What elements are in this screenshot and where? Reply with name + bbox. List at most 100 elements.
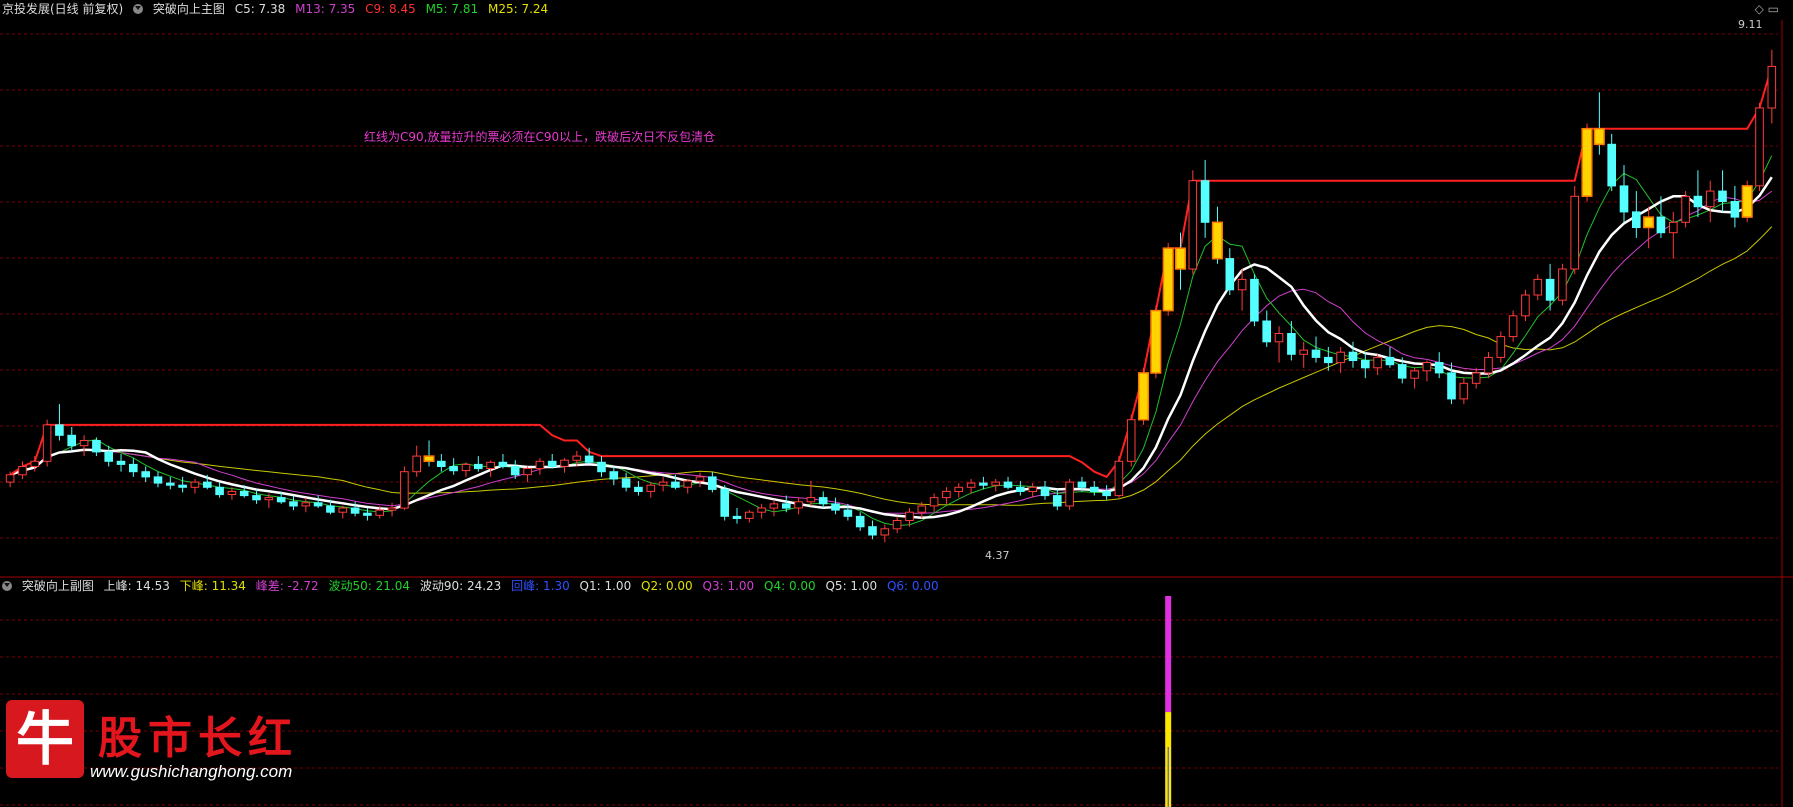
candle-body [942,490,951,499]
candle-body [1570,195,1580,270]
candle-body [1656,216,1666,234]
q2: Q2: 0.00 [641,579,693,593]
candle-body [1705,190,1715,208]
site-logo: 牛 股市长红 www.gushichanghong.com [6,700,306,790]
candle-body [1003,481,1013,488]
candle-body [190,481,200,488]
indicator-name[interactable]: 突破向上主图 [153,2,225,16]
q1: Q1: 1.00 [579,579,632,593]
candle-body [1767,65,1777,109]
wave90: 波动90: 24.23 [419,579,502,593]
candle-body [5,474,15,483]
candle-body [1447,372,1456,400]
candle-body [1471,372,1481,384]
logo-url: www.gushichanghong.com [90,762,293,781]
candle-body [1422,362,1432,372]
candle-body [831,503,840,511]
candle-body [313,502,323,507]
candle-body [843,509,853,517]
candle-body [954,486,964,492]
candle-body [30,460,40,467]
candle-body [1348,351,1358,362]
candle-body [634,486,643,492]
candle-body [523,468,532,476]
candle-body [1496,336,1506,358]
candle-body [338,507,348,513]
candle-body [560,459,569,467]
m5-value: M5: 7.81 [425,2,479,16]
candle-body [708,476,717,490]
candle-body [1077,481,1087,488]
candle-body [1718,190,1727,203]
lower-peak: 下峰: 11.34 [179,579,246,593]
q3: Q3: 1.00 [702,579,755,593]
candle-body [1028,486,1038,492]
candle-body [1361,360,1370,369]
candle-body [658,481,668,486]
candle-body [375,509,384,516]
candle-body [449,466,458,472]
candle-body [129,463,138,473]
annotation-text: 红线为C90,放量拉升的票必须在C90以上，跌破后次日不反包清仓 [364,130,716,144]
candle-body [1459,382,1469,400]
signal-bar [423,455,435,463]
candle-body [732,515,742,520]
candle-body [178,484,187,488]
back-peak: 回峰: 1.30 [511,579,570,593]
logo-badge: 牛 [6,700,84,778]
m5-line [10,155,1773,527]
m13-value: M13: 7.35 [295,2,356,16]
candle-body [1324,356,1333,364]
candle-body [584,455,594,463]
m25-value: M25: 7.24 [487,2,549,16]
candle-body [720,488,730,517]
candle-body [1755,107,1764,187]
settings-diamond-icon[interactable]: ◇ ▭ [1755,2,1779,16]
wave50: 波动50: 21.04 [328,579,410,593]
candle-body [227,490,237,495]
peak-diff: 峰差: -2.72 [255,579,319,593]
signal-bar [1581,127,1593,197]
candle-body [104,451,114,462]
candle-body [745,511,754,519]
candle-body [387,507,397,511]
candle-body [929,497,939,507]
c9-white-line [9,176,1773,519]
candle-body [1016,486,1025,492]
chevron-down-icon[interactable] [2,581,12,591]
candle-body [757,507,766,513]
candle-body [1533,278,1543,296]
candle-body [1126,419,1136,462]
candle-body [203,481,212,488]
signal-bar [1211,221,1223,260]
chevron-down-icon[interactable] [133,4,144,14]
candle-body [1558,268,1567,301]
candle-body [547,460,557,467]
low-price-label: 4.37 [985,549,1010,562]
signal-bar [1741,185,1753,218]
c9-value: C9: 8.45 [365,2,416,16]
candle-body [1730,201,1740,218]
candle-body [1225,258,1235,291]
sub-indicator-name[interactable]: 突破向上副图 [22,579,94,593]
candle-body [1693,195,1703,208]
candle-body [412,455,421,473]
candle-body [1200,180,1210,223]
candle-body [1040,486,1050,497]
candle-body [486,461,495,469]
candle-body [769,503,779,509]
candle-body [141,471,150,478]
sub-chart-header: 突破向上副图 上峰: 14.53 下峰: 11.34 峰差: -2.72 波动5… [2,578,945,594]
candle-body [498,461,508,467]
main-chart-header: 京投发展(日线 前复权) 突破向上主图 C5: 7.38 M13: 7.35 C… [2,1,554,17]
signal-bar [1593,127,1605,146]
candle-body [966,482,976,488]
candle-body [1521,294,1530,317]
candle-body [92,440,101,453]
signal-bar [1137,372,1150,421]
candle-body [1237,278,1247,291]
candle-body [1632,211,1641,228]
candle-body [1484,356,1493,374]
candle-body [646,484,656,492]
candle-body [1090,486,1099,492]
